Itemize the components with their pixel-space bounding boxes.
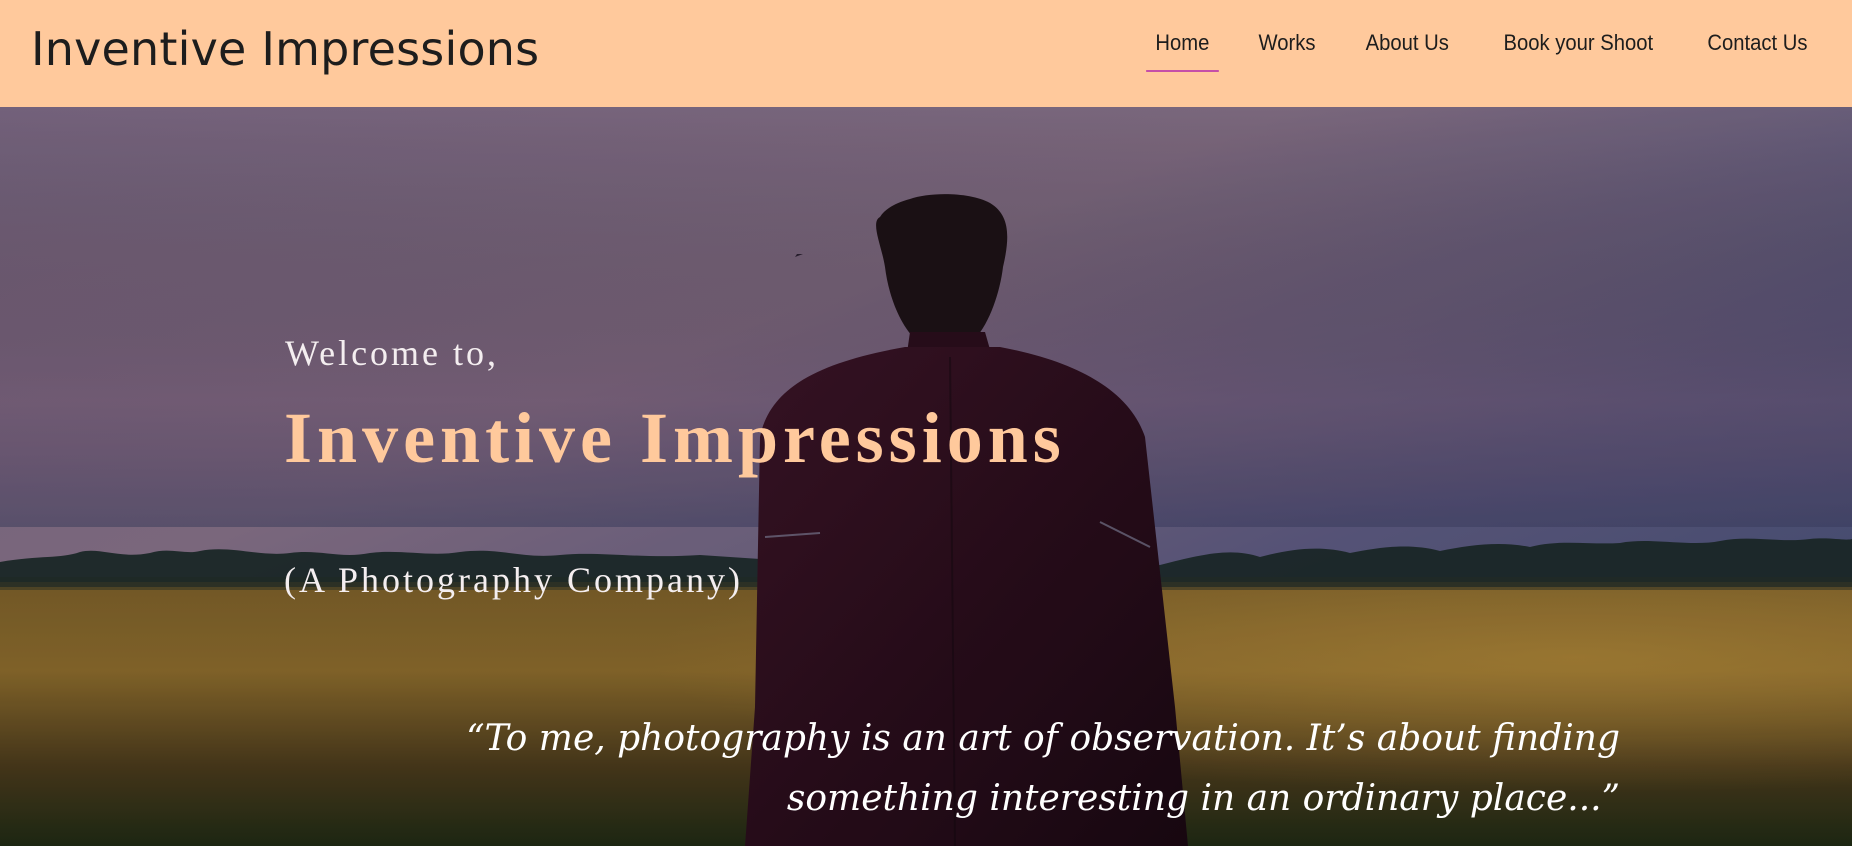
hero-title: Inventive Impressions — [284, 398, 1066, 478]
hero-section: Welcome to, Inventive Impressions (A Pho… — [0, 107, 1852, 846]
nav-book-your-shoot[interactable]: Book your Shoot — [1483, 30, 1673, 56]
hero-subtitle: (A Photography Company) — [284, 560, 743, 600]
nav-contact-us[interactable]: Contact Us — [1687, 30, 1828, 56]
nav-works[interactable]: Works — [1238, 30, 1335, 56]
nav-home[interactable]: Home — [1135, 30, 1229, 72]
brand-logo-text[interactable]: Inventive Impressions — [31, 22, 539, 76]
main-nav: Home Works About Us Book your Shoot Cont… — [1131, 30, 1834, 72]
hero-quote: “To me, photography is an art of observa… — [466, 718, 1620, 819]
top-navbar: Inventive Impressions Home Works About U… — [0, 0, 1852, 107]
hero-welcome-text: Welcome to, — [285, 333, 500, 373]
nav-about-us[interactable]: About Us — [1345, 30, 1469, 56]
